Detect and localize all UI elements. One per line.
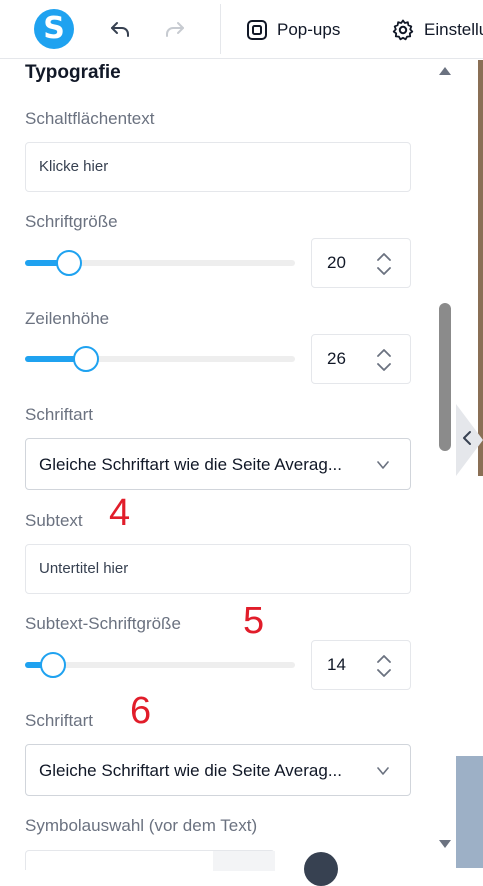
stepper-chevrons-icon[interactable] (375, 652, 393, 680)
popup-icon (247, 20, 267, 40)
font-size-stepper[interactable]: 20 (311, 238, 411, 288)
font-size-slider-thumb[interactable] (56, 250, 82, 276)
popups-button[interactable]: Pop-ups (246, 16, 340, 44)
scroll-up-arrow-icon[interactable] (439, 67, 451, 75)
preview-image-strip-bottom (456, 756, 483, 868)
line-height-stepper[interactable]: 26 (311, 334, 411, 384)
subtext-size-stepper[interactable]: 14 (311, 640, 411, 690)
font-size-label: Schriftgröße (25, 212, 118, 231)
annotation-4: 4 (109, 492, 131, 534)
undo-icon[interactable] (108, 17, 132, 41)
toolbar-divider (220, 4, 221, 54)
settings-button[interactable]: Einstellu (391, 16, 483, 44)
scroll-down-arrow-icon[interactable] (439, 840, 451, 848)
subtext-size-slider[interactable] (25, 652, 295, 678)
top-toolbar: S Pop-ups Einstellu (0, 0, 483, 59)
symbol-select[interactable] (25, 850, 275, 871)
button-text-label: Schaltflächentext (25, 109, 155, 128)
line-height-value: 26 (327, 349, 346, 368)
subtext-size-label: Subtext-Schriftgröße (25, 614, 181, 633)
line-height-slider[interactable] (25, 346, 295, 372)
subtext-input[interactable]: Untertitel hier (25, 544, 411, 594)
redo-icon[interactable] (163, 17, 187, 41)
annotation-6: 6 (130, 690, 152, 732)
stepper-chevrons-icon[interactable] (375, 250, 393, 278)
font-select-value: Gleiche Schriftart wie die Seite Averag.… (39, 455, 343, 474)
scrollbar-thumb[interactable] (439, 303, 451, 451)
button-text-input[interactable]: Klicke hier (25, 142, 411, 192)
settings-label: Einstellu (424, 20, 483, 39)
line-height-slider-thumb[interactable] (73, 346, 99, 372)
annotation-5: 5 (243, 600, 265, 642)
subtext-label: Subtext (25, 511, 83, 530)
subtext-size-value: 14 (327, 655, 346, 674)
symbol-label: Symbolauswahl (vor dem Text) (25, 816, 258, 835)
app-logo[interactable]: S (34, 9, 74, 49)
font-label: Schriftart (25, 405, 94, 424)
symbol-select-button[interactable] (213, 851, 275, 871)
symbol-color-swatch[interactable] (304, 852, 338, 886)
subtext-font-select-value: Gleiche Schriftart wie die Seite Averag.… (39, 761, 343, 780)
chevron-down-icon (377, 461, 389, 469)
panel-scrollbar[interactable] (433, 60, 455, 868)
popups-label: Pop-ups (277, 20, 341, 39)
gear-icon (392, 19, 414, 41)
section-title: Typografie (25, 62, 121, 83)
subtext-size-slider-thumb[interactable] (40, 652, 66, 678)
font-select[interactable]: Gleiche Schriftart wie die Seite Averag.… (25, 438, 411, 490)
stepper-chevrons-icon[interactable] (375, 346, 393, 374)
chevron-down-icon (377, 767, 389, 775)
subtext-font-select[interactable]: Gleiche Schriftart wie die Seite Averag.… (25, 744, 411, 796)
line-height-label: Zeilenhöhe (25, 309, 110, 328)
preview-image-strip (478, 60, 483, 476)
font-size-value: 20 (327, 253, 346, 272)
subtext-font-label: Schriftart (25, 711, 94, 730)
font-size-slider[interactable] (25, 250, 295, 276)
chevron-left-icon[interactable] (460, 430, 474, 446)
